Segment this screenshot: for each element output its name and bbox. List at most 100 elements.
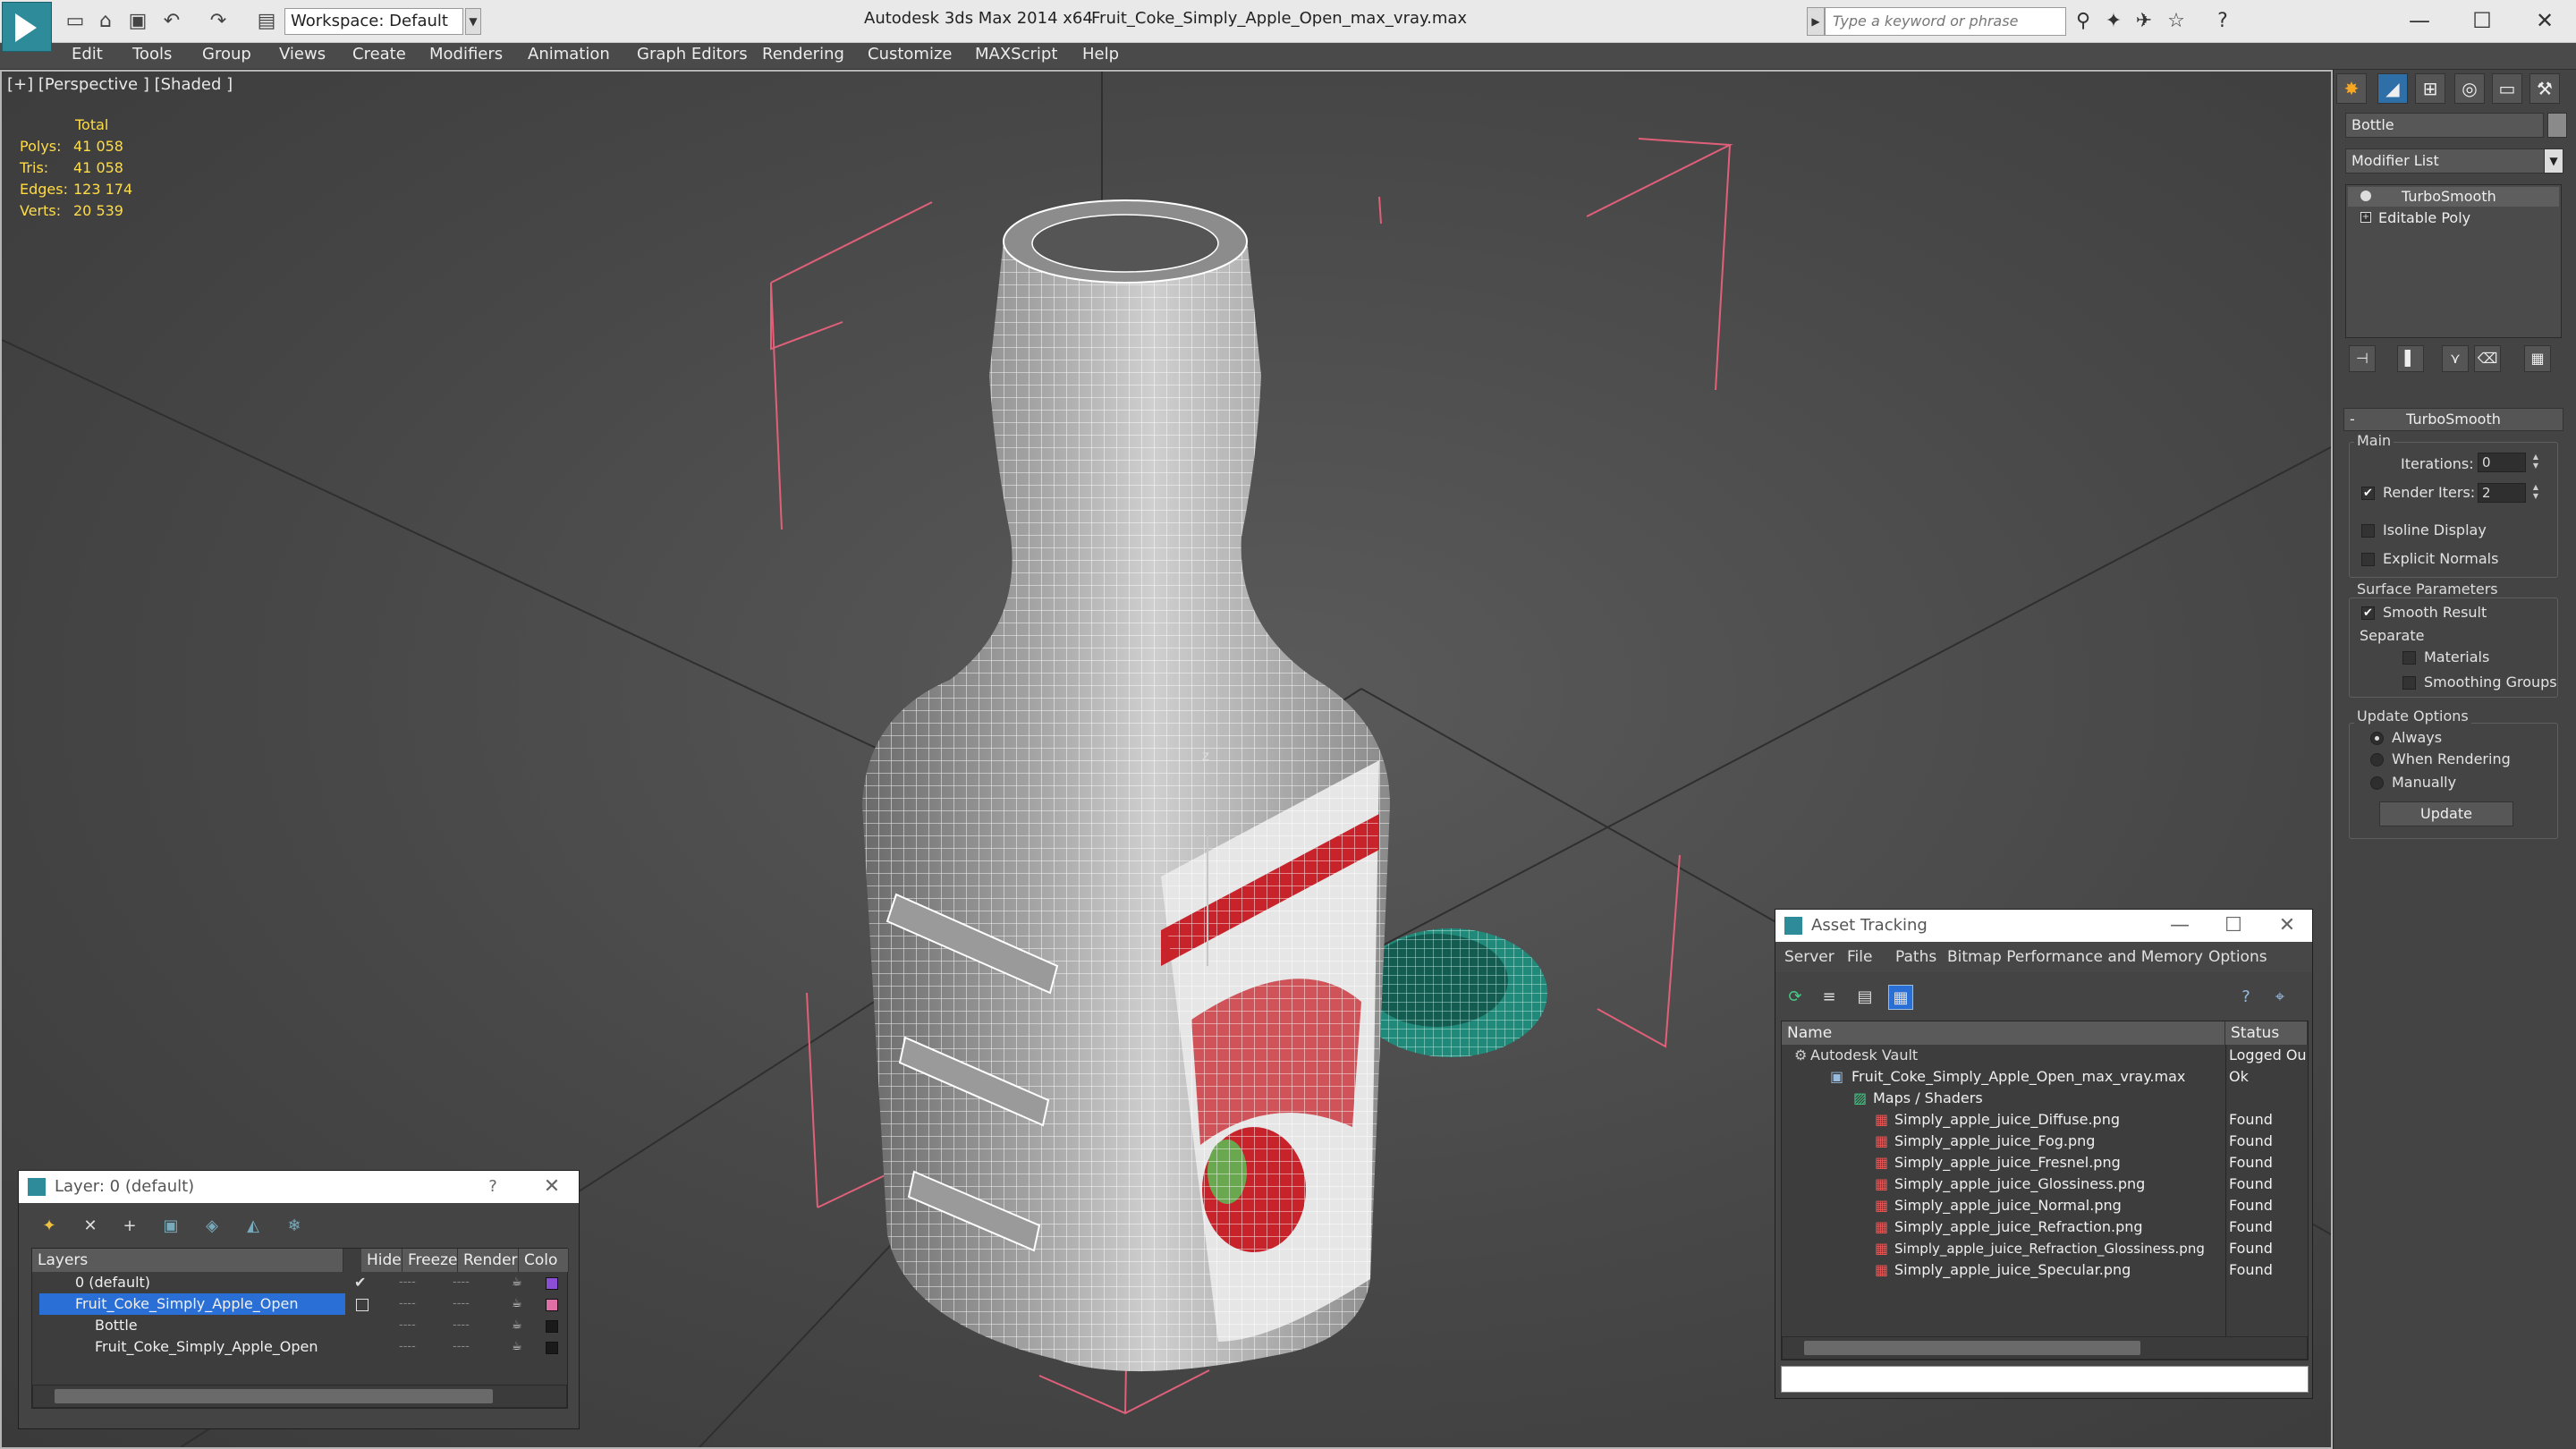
menu-create[interactable]: Create [352, 45, 406, 64]
asset-horizontal-scrollbar[interactable] [1782, 1336, 2308, 1360]
status-column-header[interactable]: Status [2225, 1021, 2308, 1045]
hide-toggles[interactable]: ---- ---- ---- ---- [399, 1272, 435, 1358]
stack-item-turbosmooth[interactable]: TurboSmooth [2348, 187, 2559, 207]
utilities-tab-icon[interactable]: ⚒ [2529, 73, 2560, 104]
name-column-header[interactable]: Name [1782, 1021, 2225, 1045]
new-layer-icon[interactable]: ✦ [37, 1214, 62, 1239]
freeze-all-layers-icon[interactable]: ❄ [282, 1214, 307, 1239]
explicit-normals-checkbox[interactable] [2361, 553, 2375, 566]
app-logo-icon[interactable] [2, 2, 52, 52]
modifier-list-dropdown[interactable]: Modifier List [2345, 148, 2546, 174]
open-file-icon[interactable]: ⌂ [93, 9, 118, 34]
menu-edit[interactable]: Edit [72, 45, 103, 64]
separate-materials-checkbox[interactable] [2402, 651, 2416, 665]
help-icon[interactable]: ? [2209, 9, 2236, 34]
scroll-thumb[interactable] [1804, 1341, 2140, 1355]
asset-maximize-button[interactable]: ☐ [2207, 910, 2260, 942]
update-manually-radio[interactable] [2370, 776, 2384, 790]
set-current-layer-box[interactable] [356, 1299, 369, 1311]
render-iters-spinner[interactable]: 2 [2478, 483, 2526, 503]
maximize-button[interactable]: ☐ [2451, 4, 2513, 38]
highlight-layer-icon[interactable]: ◈ [199, 1214, 225, 1239]
iterations-spinner-arrows-icon[interactable]: ▲ ▼ [2529, 453, 2542, 472]
menu-help[interactable]: Help [1082, 45, 1119, 64]
update-when-rendering-radio[interactable] [2370, 753, 2384, 767]
favorites-star-icon[interactable]: ☆ [2163, 9, 2190, 34]
freeze-toggles[interactable]: ---- ---- ---- ---- [453, 1272, 488, 1358]
menu-graph-editors[interactable]: Graph Editors [637, 45, 748, 64]
asset-row-name[interactable]: Simply_apple_juice_Normal.png [1894, 1195, 2222, 1216]
smooth-result-checkbox[interactable]: ✔ [2361, 606, 2375, 620]
undo-icon[interactable]: ↶ [159, 9, 184, 34]
display-tab-icon[interactable]: ▭ [2492, 73, 2522, 104]
menu-tools[interactable]: Tools [132, 45, 172, 64]
modify-tab-icon[interactable]: ◢ [2377, 73, 2408, 104]
asset-row-name[interactable]: Simply_apple_juice_Fog.png [1894, 1131, 2222, 1152]
search-input[interactable]: Type a keyword or phrase [1825, 7, 2066, 36]
layer-row-fruit-coke[interactable]: Fruit_Coke_Simply_Apple_Open [75, 1293, 343, 1315]
iterations-spinner[interactable]: 0 [2478, 453, 2526, 472]
save-icon[interactable]: ▣ [125, 9, 150, 34]
menu-customize[interactable]: Customize [868, 45, 952, 64]
object-row-bottle[interactable]: Bottle [95, 1315, 345, 1336]
help-icon[interactable]: ? [2233, 985, 2258, 1010]
object-color-swatch[interactable] [546, 1342, 558, 1354]
modifier-list-chevron-icon[interactable]: ▼ [2544, 148, 2563, 174]
redo-icon[interactable]: ↷ [206, 9, 231, 34]
asset-row-name[interactable]: Simply_apple_juice_Specular.png [1894, 1259, 2222, 1281]
render-iters-checkbox[interactable]: ✔ [2361, 487, 2375, 500]
hide-all-layers-icon[interactable]: ◭ [241, 1214, 266, 1239]
asset-row-name[interactable]: Simply_apple_juice_Fresnel.png [1894, 1152, 2222, 1174]
asset-menu-bitmap-performance[interactable]: Bitmap Performance and Memory [1947, 948, 2203, 966]
asset-menu-file[interactable]: File [1847, 948, 1872, 966]
asset-menu-paths[interactable]: Paths [1895, 948, 1936, 966]
asset-row-name[interactable]: Simply_apple_juice_Refraction_Glossiness… [1894, 1238, 2224, 1259]
configure-sets-icon[interactable]: ▦ [2524, 345, 2551, 372]
menu-rendering[interactable]: Rendering [762, 45, 844, 64]
minimize-button[interactable]: — [2388, 4, 2451, 38]
layer-color-swatch[interactable] [546, 1277, 558, 1290]
layer-color-swatch[interactable] [546, 1299, 558, 1311]
pin-stack-icon[interactable]: ⊣ [2349, 345, 2376, 372]
new-file-icon[interactable]: ▭ [63, 9, 88, 34]
list-view-icon[interactable]: ≡ [1817, 985, 1842, 1010]
separate-smoothing-groups-checkbox[interactable] [2402, 676, 2416, 690]
asset-menu-options[interactable]: Options [2208, 948, 2267, 966]
asset-row-name[interactable]: Fruit_Coke_Simply_Apple_Open_max_vray.ma… [1852, 1066, 2222, 1088]
layer-horizontal-scrollbar[interactable] [32, 1385, 567, 1408]
menu-animation[interactable]: Animation [528, 45, 610, 64]
asset-row-name[interactable]: Maps / Shaders [1873, 1088, 2222, 1109]
render-teapot-icon[interactable]: ☕ ☕ ☕ ☕ [512, 1272, 533, 1358]
layer-dialog-close-button[interactable]: ✕ [525, 1171, 579, 1203]
dock-icon[interactable]: ⌖ [2267, 985, 2292, 1010]
workspace-dropdown[interactable]: Workspace: Default [284, 8, 463, 35]
isoline-display-checkbox[interactable] [2361, 524, 2375, 538]
lightbulb-icon[interactable] [2360, 191, 2371, 201]
table-view-icon[interactable]: ▦ [1888, 985, 1913, 1010]
stack-item-editable-poly[interactable]: Editable Poly [2348, 208, 2559, 228]
render-iters-spinner-arrows-icon[interactable]: ▲ ▼ [2529, 483, 2542, 503]
turbosmooth-rollout-header[interactable]: - TurboSmooth [2343, 408, 2563, 431]
show-end-result-icon[interactable]: ▌ [2397, 345, 2424, 372]
layer-dialog-help-button[interactable]: ? [466, 1171, 520, 1203]
render-column-header[interactable]: Render [458, 1249, 519, 1272]
remove-modifier-icon[interactable]: ⌫ [2474, 345, 2501, 372]
subscription-icon[interactable]: ✦ [2100, 9, 2127, 34]
scroll-thumb[interactable] [55, 1389, 493, 1403]
freeze-column-header[interactable]: Freeze [402, 1249, 458, 1272]
hide-column-header[interactable]: Hide [361, 1249, 402, 1272]
object-name-field[interactable]: Bottle [2345, 113, 2544, 138]
menu-maxscript[interactable]: MAXScript [975, 45, 1057, 64]
asset-minimize-button[interactable]: — [2153, 910, 2207, 942]
refresh-icon[interactable]: ⟳ [1783, 985, 1808, 1010]
object-row-fruit-coke[interactable]: Fruit_Coke_Simply_Apple_Open [95, 1336, 345, 1358]
communication-icon[interactable]: ✈ [2131, 9, 2157, 34]
layers-column-header[interactable]: Layers [32, 1249, 343, 1272]
menu-modifiers[interactable]: Modifiers [429, 45, 503, 64]
asset-row-name[interactable]: Autodesk Vault [1810, 1045, 2222, 1066]
expand-plus-icon[interactable]: + [2360, 212, 2371, 223]
color-column-header[interactable]: Colo [519, 1249, 569, 1272]
update-button[interactable]: Update [2379, 801, 2513, 826]
menu-views[interactable]: Views [279, 45, 326, 64]
close-button[interactable]: ✕ [2513, 4, 2576, 38]
